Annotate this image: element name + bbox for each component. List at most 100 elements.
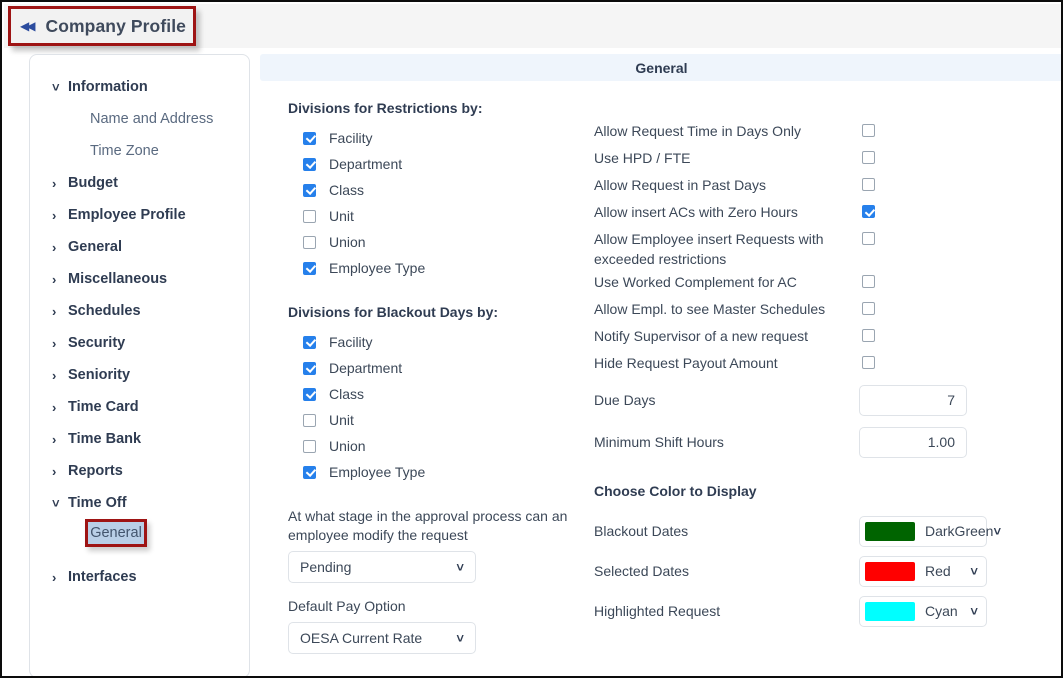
toggle-allow-request-time-in-days-only[interactable]: Allow Request Time in Days Only (594, 118, 1034, 145)
sidebar-item-name-and-address[interactable]: Name and Address (30, 103, 249, 135)
page-title: Company Profile (45, 15, 187, 36)
sidebar-group-general[interactable]: › General (30, 231, 249, 263)
checkbox-icon[interactable] (303, 413, 316, 427)
selected-dates-color-select[interactable]: Red ˅ (859, 555, 987, 587)
checkbox-icon[interactable] (303, 465, 316, 479)
sidebar-item-label: Time Card (68, 399, 139, 415)
chevron-down-icon: ˅ (456, 559, 464, 575)
sidebar-item-label: Miscellaneous (68, 271, 168, 287)
toggle-allow-empl-to-see-master-schedules[interactable]: Allow Empl. to see Master Schedules (594, 296, 1034, 323)
toggle-notify-supervisor-of-a-new-request[interactable]: Notify Supervisor of a new request (594, 323, 1034, 350)
checkbox-icon[interactable] (862, 151, 875, 164)
toggle-label: Hide Request Payout Amount (594, 355, 778, 371)
option-label: Facility (329, 334, 373, 350)
restriction-option-department[interactable]: Department (288, 151, 578, 177)
sidebar-item-label: Interfaces (68, 569, 137, 585)
checkbox-icon[interactable] (303, 157, 316, 171)
checkbox-icon[interactable] (862, 329, 875, 342)
checkbox-icon[interactable] (303, 261, 316, 275)
field-due-days: Due Days 7 (594, 381, 1034, 419)
blackout-dates-color-select[interactable]: DarkGreen ˅ (859, 515, 1001, 547)
sidebar-group-seniority[interactable]: › Seniority (30, 359, 249, 391)
checkbox-icon[interactable] (303, 131, 316, 145)
checkbox-icon[interactable] (862, 302, 875, 315)
sidebar-group-time-bank[interactable]: › Time Bank (30, 423, 249, 455)
top-bar: ◀◀ Company Profile (4, 4, 1061, 48)
option-label: Union (329, 438, 366, 454)
checkbox-icon[interactable] (303, 183, 316, 197)
blackout-option-class[interactable]: Class (288, 381, 578, 407)
chevron-right-icon: › (52, 303, 57, 319)
page-title-box[interactable]: ◀◀ Company Profile (8, 6, 196, 46)
checkbox-icon[interactable] (303, 387, 316, 401)
sidebar-group-time-off[interactable]: ˅ Time Off (30, 487, 249, 519)
checkbox-icon[interactable] (303, 439, 316, 453)
checkbox-icon[interactable] (303, 335, 316, 349)
chevron-down-icon: ˅ (970, 563, 978, 579)
chevron-right-icon: › (52, 463, 57, 479)
sidebar-item-label: Employee Profile (68, 207, 186, 223)
default-pay-option-select[interactable]: OESA Current Rate ˅ (288, 622, 476, 654)
sidebar-item-time-zone[interactable]: Time Zone (30, 135, 249, 167)
restriction-option-unit[interactable]: Unit (288, 203, 578, 229)
restrictions-section-title: Divisions for Restrictions by: (288, 100, 483, 116)
checkbox-icon[interactable] (862, 356, 875, 369)
checkbox-icon[interactable] (862, 275, 875, 288)
due-days-label: Due Days (594, 392, 656, 408)
sidebar-item-time-off-general[interactable]: General (30, 519, 249, 551)
toggle-use-worked-complement-for-ac[interactable]: Use Worked Complement for AC (594, 269, 1034, 296)
highlighted-request-color-select[interactable]: Cyan ˅ (859, 595, 987, 627)
sidebar-group-employee-profile[interactable]: › Employee Profile (30, 199, 249, 231)
toggle-allow-insert-acs-with-zero-hours[interactable]: Allow insert ACs with Zero Hours (594, 199, 1034, 226)
sidebar-item-label: General (68, 239, 122, 255)
restriction-option-employee-type[interactable]: Employee Type (288, 255, 578, 281)
restriction-option-class[interactable]: Class (288, 177, 578, 203)
sidebar-group-information[interactable]: ˅ Information (30, 71, 249, 103)
sidebar-group-schedules[interactable]: › Schedules (30, 295, 249, 327)
checkbox-icon[interactable] (862, 205, 875, 218)
color-row-highlighted-request: Highlighted Request Cyan ˅ (594, 591, 1034, 631)
chevron-down-icon: ˅ (456, 630, 464, 646)
blackout-option-facility[interactable]: Facility (288, 329, 578, 355)
option-label: Employee Type (329, 464, 426, 480)
toggle-label: Allow Request in Past Days (594, 177, 766, 193)
color-label: Blackout Dates (594, 523, 689, 539)
checkbox-icon[interactable] (862, 124, 875, 137)
toggle-use-hpd-fte[interactable]: Use HPD / FTE (594, 145, 1034, 172)
toggle-allow-request-in-past-days[interactable]: Allow Request in Past Days (594, 172, 1034, 199)
sidebar-group-time-card[interactable]: › Time Card (30, 391, 249, 423)
sidebar-item-label: Budget (68, 175, 118, 191)
due-days-input[interactable]: 7 (859, 384, 967, 416)
checkbox-icon[interactable] (862, 232, 875, 245)
option-label: Unit (329, 208, 354, 224)
sidebar-item-label: Schedules (68, 303, 141, 319)
toggle-hide-request-payout-amount[interactable]: Hide Request Payout Amount (594, 350, 1034, 377)
sidebar-group-budget[interactable]: › Budget (30, 167, 249, 199)
sidebar-group-miscellaneous[interactable]: › Miscellaneous (30, 263, 249, 295)
color-swatch (865, 521, 915, 541)
color-row-blackout-dates: Blackout Dates DarkGreen ˅ (594, 511, 1034, 551)
option-label: Department (329, 360, 403, 376)
checkbox-icon[interactable] (303, 209, 316, 223)
blackout-option-union[interactable]: Union (288, 433, 578, 459)
checkbox-icon[interactable] (862, 178, 875, 191)
blackout-option-employee-type[interactable]: Employee Type (288, 459, 578, 485)
toggle-allow-employee-insert-requests-exceeded[interactable]: Allow Employee insert Requests with exce… (594, 226, 1034, 269)
chevron-right-icon: › (52, 367, 57, 383)
option-label: Unit (329, 412, 354, 428)
blackout-option-department[interactable]: Department (288, 355, 578, 381)
checkbox-icon[interactable] (303, 235, 316, 249)
double-left-arrow-icon[interactable]: ◀◀ (20, 20, 36, 32)
sidebar-group-reports[interactable]: › Reports (30, 455, 249, 487)
checkbox-icon[interactable] (303, 361, 316, 375)
restriction-option-union[interactable]: Union (288, 229, 578, 255)
minimum-shift-hours-input[interactable]: 1.00 (859, 426, 967, 458)
chevron-right-icon: › (52, 175, 57, 191)
toggle-label: Use Worked Complement for AC (594, 274, 797, 290)
sidebar-group-security[interactable]: › Security (30, 327, 249, 359)
settings-left-column: Divisions for Restrictions by: Facility … (288, 100, 578, 654)
approval-stage-select[interactable]: Pending ˅ (288, 551, 476, 583)
blackout-option-unit[interactable]: Unit (288, 407, 578, 433)
sidebar-group-interfaces[interactable]: › Interfaces (30, 561, 249, 593)
restriction-option-facility[interactable]: Facility (288, 125, 578, 151)
